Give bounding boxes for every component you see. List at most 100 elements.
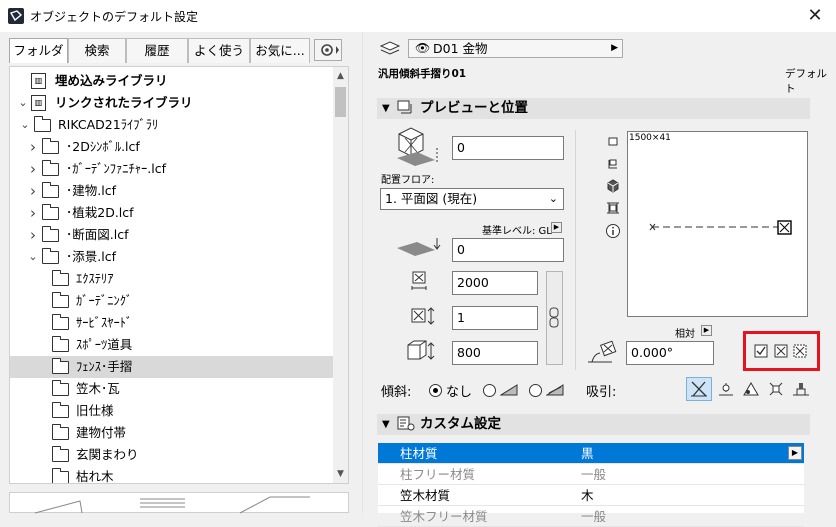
library-tree[interactable]: ▥ 埋め込みライブラリ ⌄ ▥ リンクされたライブラリ ⌄ RIKCAD21ﾗｲﾌﾞﾗﾘ › ･… — [9, 66, 349, 484]
tree-item[interactable]: ｴｸｽﾃﾘｱ — [10, 268, 334, 290]
folder-icon — [51, 380, 69, 396]
parameter-scrollbar[interactable] — [806, 443, 826, 513]
section-preview-title: プレビューと位置 — [420, 100, 528, 116]
tree-item[interactable]: ⌄ ･添景.lcf — [10, 246, 334, 268]
chevron-right-icon[interactable]: › — [28, 202, 38, 224]
chevron-down-icon[interactable]: ⌄ — [28, 246, 38, 268]
reference-level-button[interactable]: ▶ — [551, 222, 562, 233]
chevron-right-icon[interactable]: › — [28, 158, 38, 180]
slope-none-radio[interactable] — [429, 384, 442, 397]
snap-off-button[interactable] — [686, 377, 712, 401]
tree-item[interactable]: › ･ｶﾞｰﾃﾞﾝﾌｧﾆﾁｬｰ.lcf — [10, 158, 334, 180]
y-size-input[interactable]: 1 — [452, 306, 538, 330]
tree-item[interactable]: 枯れ木 — [10, 466, 334, 484]
layer-stack-icon — [378, 40, 402, 62]
view-3d-icon[interactable] — [606, 179, 620, 197]
tree-item[interactable]: ﾌｪﾝｽ･手摺 — [10, 356, 334, 378]
tree-item-label: 枯れ木 — [76, 469, 114, 484]
chevron-down-icon: ⌄ — [548, 192, 558, 205]
slope-option-2-radio[interactable] — [483, 384, 496, 397]
tab-0[interactable]: フォルダ — [9, 38, 68, 63]
tree-item-label: ﾌｪﾝｽ･手摺 — [76, 359, 133, 374]
tab-3[interactable]: よく使う — [188, 38, 250, 63]
chevron-down-icon[interactable]: ⌄ — [18, 92, 28, 114]
app-icon — [8, 8, 24, 24]
folder-icon — [33, 116, 51, 132]
parameter-value: 黒 — [581, 446, 594, 461]
slope-label: 傾斜: — [381, 385, 412, 400]
view-2d-icon[interactable] — [606, 134, 620, 152]
layer-dropdown[interactable]: 👁 D01 金物 ▶ — [408, 39, 623, 58]
slope-none-label: なし — [446, 385, 473, 400]
snap-option-4-icon[interactable] — [766, 380, 786, 402]
tree-item[interactable]: 旧仕様 — [10, 400, 334, 422]
parameter-row[interactable]: 柱フリー材質 一般 — [378, 464, 804, 485]
close-icon[interactable]: ✕ — [800, 3, 830, 29]
height-input[interactable]: 0 — [452, 136, 564, 160]
chevron-down-icon[interactable]: ⌄ — [20, 114, 30, 136]
tree-item[interactable]: › ･植栽2D.lcf — [10, 202, 334, 224]
section-preview-header[interactable]: ▼ プレビューと位置 — [377, 98, 810, 119]
tree-item-label: ･2Dｼﾝﾎﾞﾙ.lcf — [66, 139, 140, 154]
tree-item[interactable]: ｽﾎﾟｰﾂ道具 — [10, 334, 334, 356]
tree-item[interactable]: ｶﾞｰﾃﾞﾆﾝｸﾞ — [10, 290, 334, 312]
tree-item[interactable]: ⌄ ▥ リンクされたライブラリ — [10, 92, 334, 114]
view-section-icon[interactable] — [606, 157, 620, 175]
tree-item[interactable]: › ･建物.lcf — [10, 180, 334, 202]
layer-name: D01 金物 — [433, 41, 488, 56]
tree-scrollbar[interactable] — [333, 67, 348, 483]
pane-divider[interactable] — [362, 32, 363, 513]
parameter-expand-button[interactable]: ▶ — [788, 446, 802, 460]
scroll-up-icon[interactable]: ▲ — [333, 68, 348, 84]
proportion-lock-button[interactable] — [546, 271, 563, 365]
snap-option-5-icon[interactable] — [791, 380, 811, 402]
slope-option-3-radio[interactable] — [529, 384, 542, 397]
snap-option-2-icon[interactable] — [716, 380, 736, 402]
parameter-table[interactable]: 柱材質黒 ▶ 柱フリー材質 一般 笠木材質木笠木フリー材質 一般 — [378, 443, 804, 527]
floor-select[interactable]: 1. 平面図 (現在) ⌄ — [380, 188, 564, 210]
chevron-right-icon[interactable]: › — [28, 224, 38, 246]
tree-item[interactable]: ▥ 埋め込みライブラリ — [10, 70, 334, 92]
tree-item-label: リンクされたライブラリ — [55, 95, 193, 110]
parameter-row[interactable]: 笠木材質 木 — [378, 485, 804, 506]
chevron-right-icon: ▶ — [611, 43, 618, 53]
tab-4[interactable]: お気に... — [250, 38, 310, 63]
section-custom-header[interactable]: ▼ カスタム設定 — [377, 414, 810, 435]
folder-icon — [41, 226, 59, 242]
relative-button[interactable]: ▶ — [701, 325, 712, 336]
folder-icon — [41, 160, 59, 176]
view-elevation-icon[interactable] — [606, 201, 620, 219]
elevation-input[interactable]: 0 — [452, 238, 564, 262]
info-icon[interactable] — [605, 223, 621, 243]
library-icon: ▥ — [31, 73, 46, 89]
tab-2[interactable]: 履歴 — [126, 38, 188, 63]
folder-icon — [41, 204, 59, 220]
snap-option-3-icon[interactable] — [741, 380, 761, 402]
tree-item[interactable]: › ･断面図.lcf — [10, 224, 334, 246]
folder-icon — [51, 446, 69, 462]
z-size-input[interactable]: 800 — [452, 341, 538, 365]
folder-icon — [51, 358, 69, 374]
settings-gear-button[interactable] — [314, 39, 342, 61]
scroll-down-icon[interactable]: ▼ — [333, 466, 348, 482]
x-size-input[interactable]: 2000 — [452, 271, 538, 295]
parameter-row[interactable]: 柱材質 黒 ▶ — [378, 443, 804, 464]
tree-item[interactable]: 玄関まわり — [10, 444, 334, 466]
tree-item[interactable]: ⌄ RIKCAD21ﾗｲﾌﾞﾗﾘ — [10, 114, 334, 136]
folder-icon — [41, 182, 59, 198]
object-name: 汎用傾斜手摺り01 — [378, 68, 467, 80]
tree-item[interactable]: › ･2Dｼﾝﾎﾞﾙ.lcf — [10, 136, 334, 158]
chevron-right-icon[interactable]: › — [28, 136, 38, 158]
parameter-row[interactable]: 笠木フリー材質 一般 — [378, 506, 804, 527]
tree-item[interactable]: 建物付帯 — [10, 422, 334, 444]
parameter-value: 一般 — [581, 509, 607, 524]
tab-1[interactable]: 検索 — [68, 38, 126, 63]
chevron-right-icon[interactable]: › — [28, 180, 38, 202]
folder-icon — [51, 424, 69, 440]
scroll-thumb[interactable] — [335, 87, 346, 117]
tree-item[interactable]: 笠木･瓦 — [10, 378, 334, 400]
y-size-icon — [411, 306, 437, 330]
angle-input[interactable]: 0.000° — [626, 341, 714, 365]
floor-select-value: 1. 平面図 (現在) — [385, 191, 478, 206]
tree-item[interactable]: ｻｰﾋﾞｽﾔｰﾄﾞ — [10, 312, 334, 334]
